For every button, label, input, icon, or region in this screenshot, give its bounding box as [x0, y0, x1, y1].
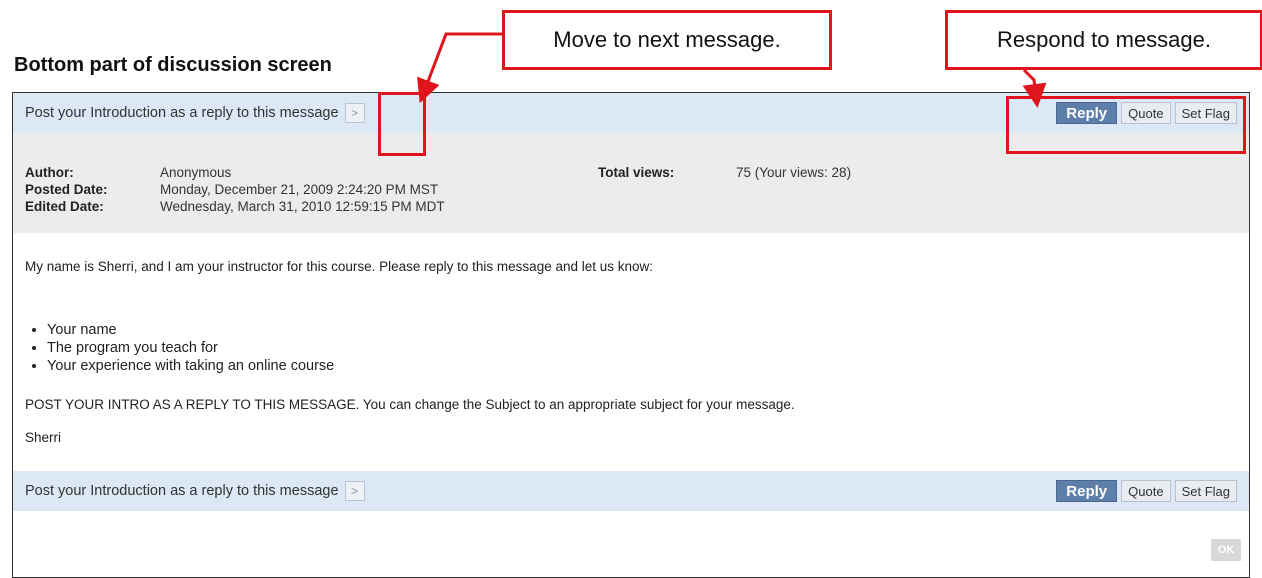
- list-item: The program you teach for: [47, 339, 334, 357]
- list-item: Your experience with taking an online co…: [47, 357, 334, 375]
- top-subject-text: Post your Introduction as a reply to thi…: [25, 105, 339, 121]
- edited-date-value: Wednesday, March 31, 2010 12:59:15 PM MD…: [160, 199, 445, 214]
- screenshot-caption: Bottom part of discussion screen: [14, 54, 332, 76]
- author-value: Anonymous: [160, 165, 232, 180]
- message-bullet-list: Your name The program you teach for Your…: [27, 321, 334, 375]
- list-item: Your name: [47, 321, 334, 339]
- bottom-subject-text: Post your Introduction as a reply to thi…: [25, 483, 339, 499]
- message-signature: Sherri: [25, 430, 62, 445]
- bottom-set-flag-button[interactable]: Set Flag: [1174, 480, 1237, 502]
- ok-button[interactable]: OK: [1211, 539, 1241, 561]
- message-instruction: POST YOUR INTRO AS A REPLY TO THIS MESSA…: [25, 397, 795, 412]
- bottom-reply-button[interactable]: Reply: [1056, 480, 1118, 502]
- callout-next-message: Move to next message.: [502, 10, 832, 70]
- author-row: Author: Anonymous: [25, 165, 231, 180]
- posted-date-value: Monday, December 21, 2009 2:24:20 PM MST: [160, 182, 439, 197]
- next-arrow: [417, 32, 502, 104]
- edited-date-row: Edited Date: Wednesday, March 31, 2010 1…: [25, 199, 445, 214]
- edited-date-label: Edited Date:: [25, 199, 104, 214]
- bottom-next-message-button[interactable]: >: [344, 481, 365, 501]
- bottom-quote-button[interactable]: Quote: [1121, 480, 1171, 502]
- bottom-button-group: Reply Quote Set Flag: [1056, 480, 1237, 502]
- author-label: Author:: [25, 165, 74, 180]
- posted-date-row: Posted Date: Monday, December 21, 2009 2…: [25, 182, 438, 197]
- total-views-label: Total views:: [598, 165, 675, 180]
- next-button-highlight: [378, 92, 426, 156]
- discussion-panel: Post your Introduction as a reply to thi…: [12, 92, 1250, 578]
- total-views: Total views: 75 (Your views: 28): [598, 165, 851, 180]
- posted-date-label: Posted Date:: [25, 182, 108, 197]
- top-next-message-button[interactable]: >: [344, 103, 365, 123]
- callout-respond-message: Respond to message.: [945, 10, 1262, 70]
- total-views-value: 75 (Your views: 28): [736, 165, 852, 180]
- bottom-action-bar: Post your Introduction as a reply to thi…: [13, 471, 1249, 511]
- reply-buttons-highlight: [1006, 96, 1246, 154]
- message-intro: My name is Sherri, and I am your instruc…: [25, 259, 654, 274]
